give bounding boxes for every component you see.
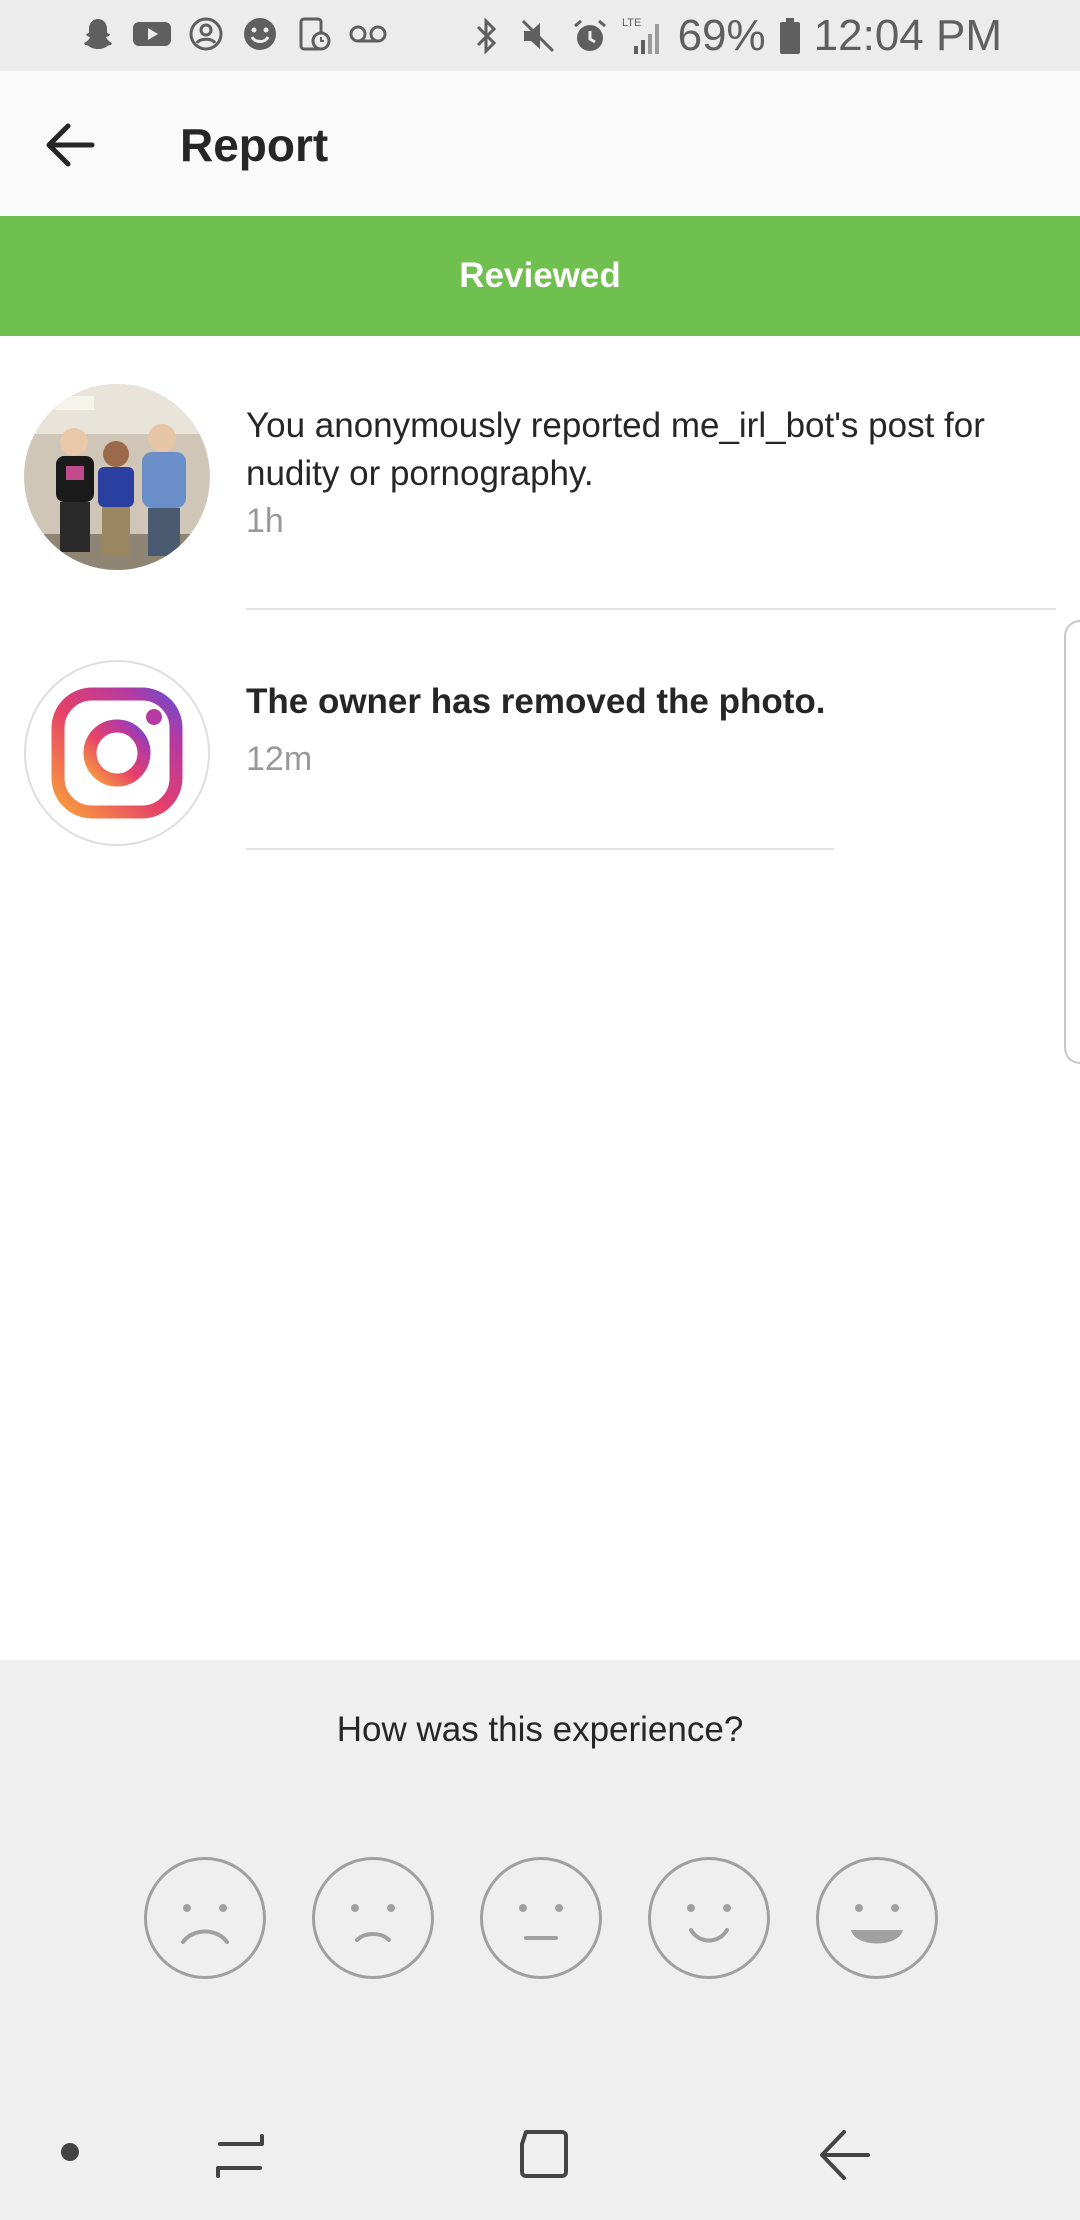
report-message: You anonymously reported me_irl_bot's po… (246, 406, 985, 493)
status-bar: LTE 69% 12:04 PM (0, 0, 1080, 71)
rating-faces (0, 1857, 1080, 1981)
very-sad-face-icon[interactable] (144, 1857, 266, 1979)
status-time: 12:04 PM (813, 11, 1002, 60)
list-item[interactable]: The owner has removed the photo. 12m (0, 612, 1080, 856)
tablet-clock-icon (294, 14, 334, 54)
neutral-face-icon[interactable] (480, 1857, 602, 1979)
back-icon[interactable] (816, 2128, 872, 2182)
status-left-icons (78, 14, 388, 54)
account-circle-icon (186, 14, 226, 54)
voicemail-icon (348, 14, 388, 54)
back-arrow-icon (46, 123, 95, 167)
feedback-question: How was this experience? (336, 1710, 744, 1749)
alarm-icon (570, 16, 610, 56)
system-nav-bar (0, 2090, 1080, 2220)
signal-icon: LTE (622, 16, 666, 56)
app-bar: Report (0, 71, 1080, 216)
page-title: Report (180, 119, 329, 171)
divider (246, 608, 1056, 610)
edge-panel-handle[interactable] (1064, 620, 1080, 1064)
sad-face-icon[interactable] (312, 1857, 434, 1979)
avatar (24, 660, 210, 846)
instagram-logo-icon (51, 687, 183, 819)
update-time: 12m (246, 740, 313, 778)
bluetooth-icon (466, 16, 506, 56)
divider (246, 848, 834, 850)
big-smile-face-icon[interactable] (816, 1857, 938, 1979)
status-right-icons: LTE 69% 12:04 PM (466, 8, 1002, 64)
avatar (24, 384, 210, 570)
battery-percent: 69% (677, 11, 766, 60)
smiley-icon (240, 14, 280, 54)
group-photo-image (24, 384, 210, 570)
list-item[interactable]: You anonymously reported me_irl_bot's po… (0, 336, 1080, 612)
home-icon[interactable] (516, 2128, 570, 2182)
youtube-icon (132, 14, 172, 54)
mute-icon (518, 16, 558, 56)
network-label: LTE (622, 17, 641, 29)
dot-icon[interactable] (60, 2142, 80, 2162)
snapchat-icon (78, 14, 118, 54)
recent-apps-icon[interactable] (212, 2130, 268, 2180)
battery-icon (778, 16, 802, 56)
update-message: The owner has removed the photo. (246, 682, 826, 721)
status-banner: Reviewed (0, 216, 1080, 336)
smile-face-icon[interactable] (648, 1857, 770, 1979)
back-button[interactable] (36, 115, 108, 175)
report-time: 1h (246, 502, 284, 540)
feedback-panel: How was this experience? (0, 1660, 1080, 2090)
